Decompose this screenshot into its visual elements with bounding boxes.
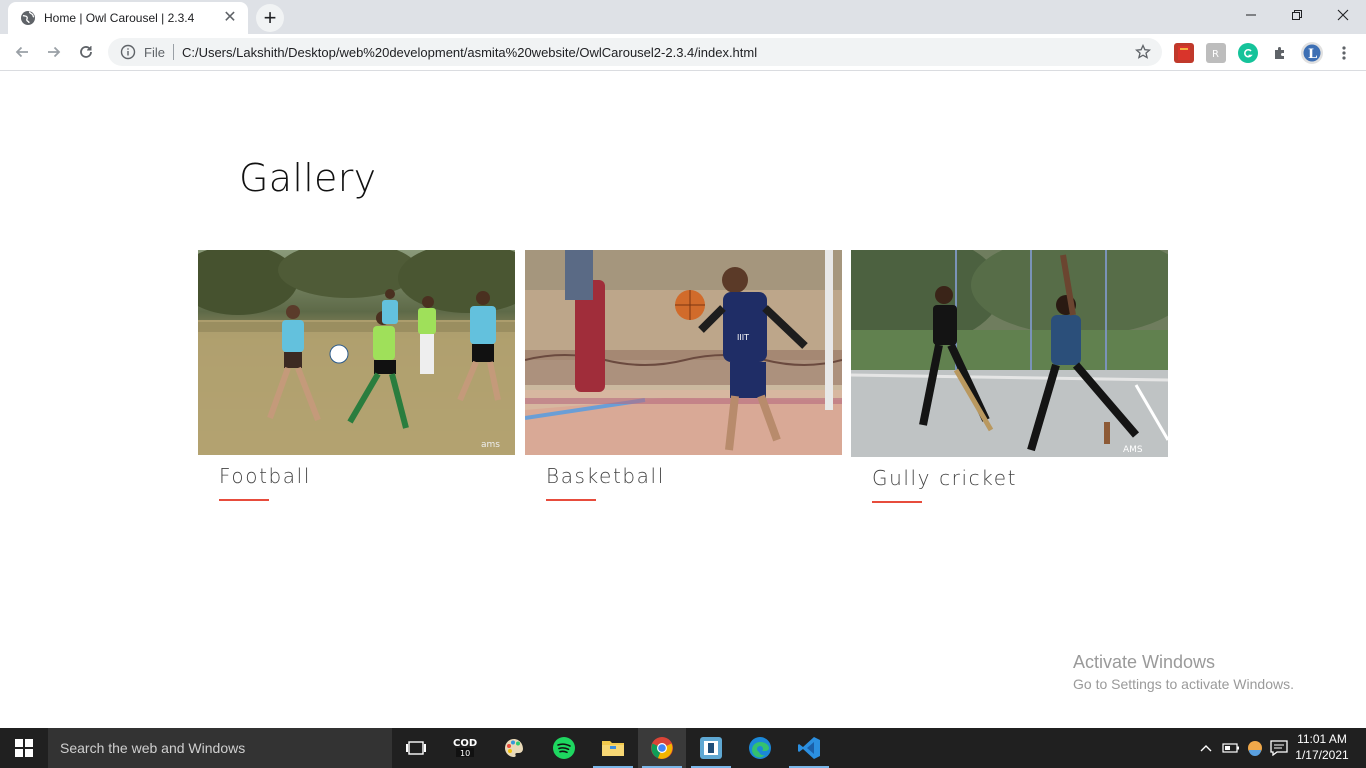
taskbar-clock[interactable]: 11:01 AM 1/17/2021 bbox=[1294, 731, 1350, 763]
vscode-icon[interactable] bbox=[785, 728, 833, 768]
page-title: Gallery bbox=[239, 156, 377, 200]
edge-icon[interactable] bbox=[736, 728, 784, 768]
football-photo: ams bbox=[198, 250, 515, 455]
new-tab-button[interactable]: + bbox=[256, 4, 284, 32]
cricket-photo: AMS bbox=[851, 250, 1168, 457]
address-bar[interactable]: File C:/Users/Lakshith/Desktop/web%20dev… bbox=[108, 38, 1162, 66]
browser-tab[interactable]: Home | Owl Carousel | 2.3.4 ✕ bbox=[8, 2, 248, 34]
ide-app-icon[interactable] bbox=[687, 728, 735, 768]
svg-text:COD: COD bbox=[453, 738, 477, 749]
tab-close-icon[interactable]: ✕ bbox=[222, 10, 238, 26]
close-window-icon[interactable] bbox=[1320, 0, 1366, 30]
card-label: Gully cricket bbox=[872, 466, 1018, 490]
gallery-card-basketball[interactable]: IIIT Basketball bbox=[525, 250, 842, 501]
windows-start-icon[interactable] bbox=[0, 728, 48, 768]
card-label: Basketball bbox=[546, 464, 665, 488]
cod-game-icon[interactable]: COD 10 bbox=[441, 728, 489, 768]
svg-text:ams: ams bbox=[481, 440, 500, 450]
card-underline bbox=[546, 499, 596, 501]
card-underline bbox=[219, 499, 269, 501]
chevron-up-icon[interactable] bbox=[1196, 728, 1216, 768]
url-text[interactable]: C:/Users/Lakshith/Desktop/web%20developm… bbox=[182, 45, 757, 60]
task-view-icon[interactable] bbox=[392, 728, 440, 768]
svg-text:L: L bbox=[1308, 47, 1317, 62]
forward-arrow-icon[interactable] bbox=[40, 38, 68, 66]
activate-windows-watermark: Activate Windows Go to Settings to activ… bbox=[1073, 652, 1294, 692]
windows-taskbar: Search the web and Windows COD 10 11:01 … bbox=[0, 728, 1366, 768]
bookmark-star-icon[interactable] bbox=[1134, 43, 1152, 61]
menu-kebab-icon[interactable] bbox=[1334, 43, 1354, 63]
grammarly-icon[interactable] bbox=[1238, 43, 1258, 63]
profile-avatar-icon[interactable]: L bbox=[1301, 42, 1323, 64]
spotify-icon[interactable] bbox=[540, 728, 588, 768]
browser-toolbar: File C:/Users/Lakshith/Desktop/web%20dev… bbox=[0, 34, 1366, 71]
tab-strip: Home | Owl Carousel | 2.3.4 ✕ + bbox=[0, 0, 1366, 34]
omnibox-divider bbox=[172, 44, 174, 60]
clock-time: 11:01 AM bbox=[1297, 732, 1347, 746]
file-explorer-icon[interactable] bbox=[589, 728, 637, 768]
globe-icon bbox=[20, 10, 36, 26]
svg-text:10: 10 bbox=[460, 749, 470, 758]
chrome-icon[interactable] bbox=[638, 728, 686, 768]
gallery-card-gully-cricket[interactable]: AMS Gully cricket bbox=[851, 250, 1168, 503]
reload-icon[interactable] bbox=[72, 38, 100, 66]
svg-text:IIIT: IIIT bbox=[737, 333, 749, 342]
basketball-photo: IIIT bbox=[525, 250, 842, 455]
watermark-line2: Go to Settings to activate Windows. bbox=[1073, 676, 1294, 692]
taskbar-search-input[interactable]: Search the web and Windows bbox=[48, 728, 392, 768]
gallery-card-football[interactable]: ams Football bbox=[198, 250, 515, 501]
card-label: Football bbox=[219, 464, 311, 488]
clock-date: 1/17/2021 bbox=[1295, 748, 1349, 762]
svg-text:R: R bbox=[1212, 49, 1219, 59]
watermark-line1: Activate Windows bbox=[1073, 652, 1216, 672]
tab-title: Home | Owl Carousel | 2.3.4 bbox=[44, 11, 195, 25]
notification-icon[interactable] bbox=[1268, 728, 1290, 768]
svg-text:AMS: AMS bbox=[1123, 445, 1143, 455]
minimize-icon[interactable] bbox=[1228, 0, 1274, 30]
back-arrow-icon[interactable] bbox=[8, 38, 36, 66]
weather-icon[interactable] bbox=[1244, 728, 1266, 768]
restore-icon[interactable] bbox=[1274, 0, 1320, 30]
extensions-puzzle-icon[interactable] bbox=[1270, 43, 1290, 63]
search-placeholder: Search the web and Windows bbox=[60, 740, 246, 756]
battery-icon[interactable] bbox=[1220, 728, 1242, 768]
card-underline bbox=[872, 501, 922, 503]
scheme-label: File bbox=[144, 44, 165, 60]
paint-palette-icon[interactable] bbox=[490, 728, 538, 768]
info-icon[interactable] bbox=[120, 44, 136, 60]
reader-extension-icon[interactable]: R bbox=[1206, 43, 1226, 63]
bookmark-extension-icon[interactable] bbox=[1174, 43, 1194, 63]
